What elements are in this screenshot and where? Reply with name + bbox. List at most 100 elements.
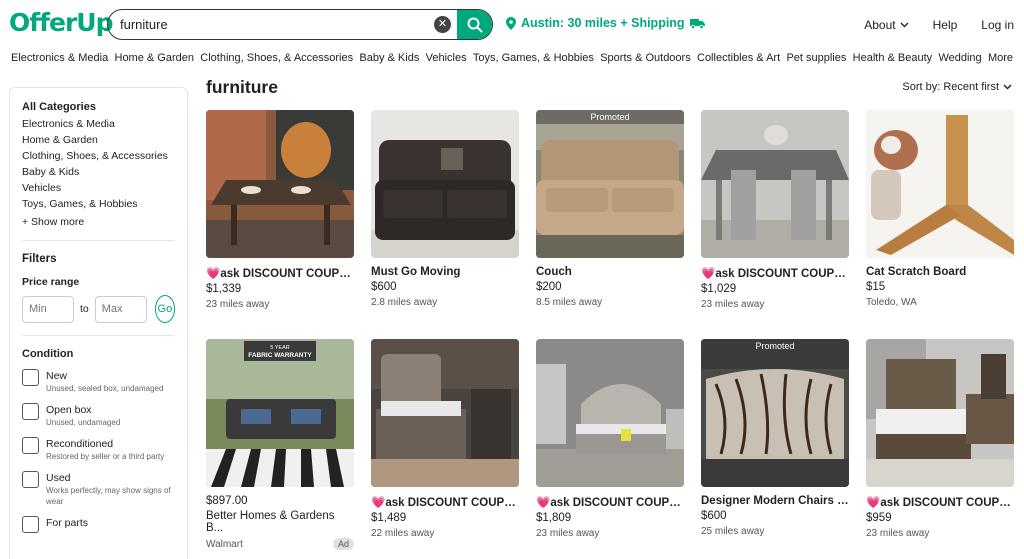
category-nav: Electronics & Media Home & Garden Clothi… (0, 52, 1024, 72)
listing-image[interactable] (866, 110, 1014, 258)
nav-category[interactable]: Collectibles & Art (697, 52, 780, 72)
sidebar-divider (22, 240, 175, 242)
login-link[interactable]: Log in (981, 18, 1014, 32)
sidebar-category[interactable]: Electronics & Media (22, 117, 175, 133)
promoted-badge: Promoted (536, 110, 684, 124)
listing-title[interactable]: 💗ask DISCOUNT COUPO... (701, 266, 849, 280)
min-price-input[interactable] (22, 295, 74, 323)
listing-distance: 23 miles away (701, 299, 765, 310)
search-input[interactable] (108, 10, 438, 39)
condition-label: Reconditioned (46, 438, 114, 451)
search-button[interactable] (457, 10, 492, 39)
listing-distance: Toledo, WA (866, 297, 917, 308)
price-go-button[interactable]: Go (154, 295, 175, 324)
condition-checkbox[interactable] (22, 437, 39, 455)
listing-price: $15 (866, 281, 886, 293)
condition-checkbox[interactable] (22, 369, 39, 387)
sidebar-category[interactable]: Toys, Games, & Hobbies (22, 197, 175, 213)
listing-image[interactable] (536, 339, 684, 487)
price-range-label: Price range (22, 276, 80, 289)
listing-distance: 8.5 miles away (536, 297, 603, 308)
listing-card[interactable]: 💗ask DISCOUNT COUPO... $1,339 23 miles a… (206, 110, 354, 310)
chevron-down-icon (1003, 84, 1012, 90)
nav-category[interactable]: Baby & Kids (359, 52, 419, 72)
nav-category[interactable]: Pet supplies (786, 52, 846, 72)
listing-image[interactable] (206, 110, 354, 258)
listing-distance: 23 miles away (206, 299, 270, 310)
listing-card[interactable]: 💗ask DISCOUNT COUPO... $1,809 23 miles a… (536, 339, 684, 539)
condition-checkbox[interactable] (22, 516, 39, 534)
listing-image[interactable] (701, 110, 849, 258)
listing-image[interactable]: Promoted (701, 339, 849, 487)
search-icon (467, 17, 482, 32)
max-price-input[interactable] (94, 295, 147, 323)
condition-option[interactable]: Reconditioned Restored by seller or a th… (22, 437, 175, 462)
listing-card[interactable]: Promoted Couch $200 8.5 miles away (536, 110, 684, 308)
about-menu[interactable]: About (864, 18, 909, 32)
listing-title[interactable]: Designer Modern Chairs (2) (701, 495, 849, 507)
listing-card[interactable]: Must Go Moving $600 2.8 miles away (371, 110, 519, 308)
location-selector[interactable]: Austin: 30 miles + Shipping (506, 16, 705, 30)
help-link[interactable]: Help (933, 18, 958, 32)
listing-distance: 22 miles away (371, 528, 435, 539)
listing-image[interactable] (866, 339, 1014, 487)
clear-search-icon[interactable]: ✕ (434, 16, 451, 33)
sidebar-category[interactable]: Vehicles (22, 181, 175, 197)
listing-title[interactable]: Cat Scratch Board (866, 266, 1014, 278)
listing-location: 8.5 miles away (536, 297, 684, 308)
offerup-logo[interactable]: OfferUp (9, 8, 113, 37)
condition-description: Unused, sealed box, undamaged (46, 384, 164, 394)
listing-card[interactable]: 💗ask DISCOUNT COUPO... $959 23 miles awa… (866, 339, 1014, 539)
shipping-truck-icon (689, 18, 705, 29)
listing-title[interactable]: 💗ask DISCOUNT COUPO... (866, 495, 1014, 509)
listing-card[interactable]: 5 YEAR FABRIC WARRANTY $897.00 Better Ho… (206, 339, 354, 550)
about-label: About (864, 18, 896, 32)
listing-title[interactable]: Couch (536, 266, 684, 278)
condition-checkbox[interactable] (22, 471, 39, 489)
listing-card[interactable]: Promoted Designer Modern Chairs (2) $600… (701, 339, 849, 537)
sidebar-category[interactable]: Home & Garden (22, 133, 175, 149)
nav-category[interactable]: Sports & Outdoors (600, 52, 691, 72)
listing-location: 23 miles away (536, 528, 684, 539)
listing-distance: 2.8 miles away (371, 297, 438, 308)
all-categories-link[interactable]: All Categories (22, 101, 175, 113)
condition-checkbox[interactable] (22, 403, 39, 421)
listing-image[interactable] (371, 339, 519, 487)
condition-option[interactable]: For parts (22, 516, 175, 534)
nav-category[interactable]: Wedding (938, 52, 981, 72)
listing-image[interactable]: 5 YEAR FABRIC WARRANTY (206, 339, 354, 487)
condition-label: New (46, 370, 68, 383)
nav-category[interactable]: Home & Garden (115, 52, 194, 72)
listing-image[interactable]: Promoted (536, 110, 684, 258)
sort-dropdown[interactable]: Sort by: Recent first (902, 81, 1012, 93)
listing-card[interactable]: 💗ask DISCOUNT COUPO... $1,489 22 miles a… (371, 339, 519, 539)
sidebar-category[interactable]: Baby & Kids (22, 165, 175, 181)
condition-option[interactable]: New Unused, sealed box, undamaged (22, 369, 175, 394)
listing-image[interactable] (371, 110, 519, 258)
price-to-label: to (80, 303, 89, 316)
listing-price: $1,489 (371, 512, 407, 524)
listing-card[interactable]: Cat Scratch Board $15 Toledo, WA (866, 110, 1014, 308)
sidebar-category[interactable]: Clothing, Shoes, & Accessories (22, 149, 175, 165)
listing-title[interactable]: 💗ask DISCOUNT COUPO... (206, 266, 354, 280)
condition-option[interactable]: Used Works perfectly, may show signs of … (22, 471, 175, 507)
listing-title[interactable]: Must Go Moving (371, 266, 519, 278)
listing-title[interactable]: 💗ask DISCOUNT COUPO... (371, 495, 519, 509)
location-label: Austin: 30 miles + Shipping (521, 16, 685, 30)
listing-location: 22 miles away (371, 528, 519, 539)
nav-category[interactable]: Vehicles (426, 52, 467, 72)
listing-title: Better Homes & Gardens B... (206, 510, 335, 534)
search-bar: ✕ (107, 9, 493, 40)
nav-category[interactable]: Health & Beauty (853, 52, 933, 72)
listing-distance: 23 miles away (866, 528, 930, 539)
nav-more[interactable]: More (988, 52, 1013, 72)
location-pin-icon (506, 16, 516, 30)
nav-category[interactable]: Electronics & Media (11, 52, 108, 72)
show-more-link[interactable]: + Show more (22, 216, 175, 228)
listing-title[interactable]: 💗ask DISCOUNT COUPO... (536, 495, 684, 509)
nav-category[interactable]: Toys, Games, & Hobbies (473, 52, 594, 72)
condition-option[interactable]: Open box Unused, undamaged (22, 403, 175, 428)
listing-price[interactable]: $897.00 (206, 495, 354, 507)
nav-category[interactable]: Clothing, Shoes, & Accessories (200, 52, 353, 72)
listing-card[interactable]: 💗ask DISCOUNT COUPO... $1,029 23 miles a… (701, 110, 849, 310)
